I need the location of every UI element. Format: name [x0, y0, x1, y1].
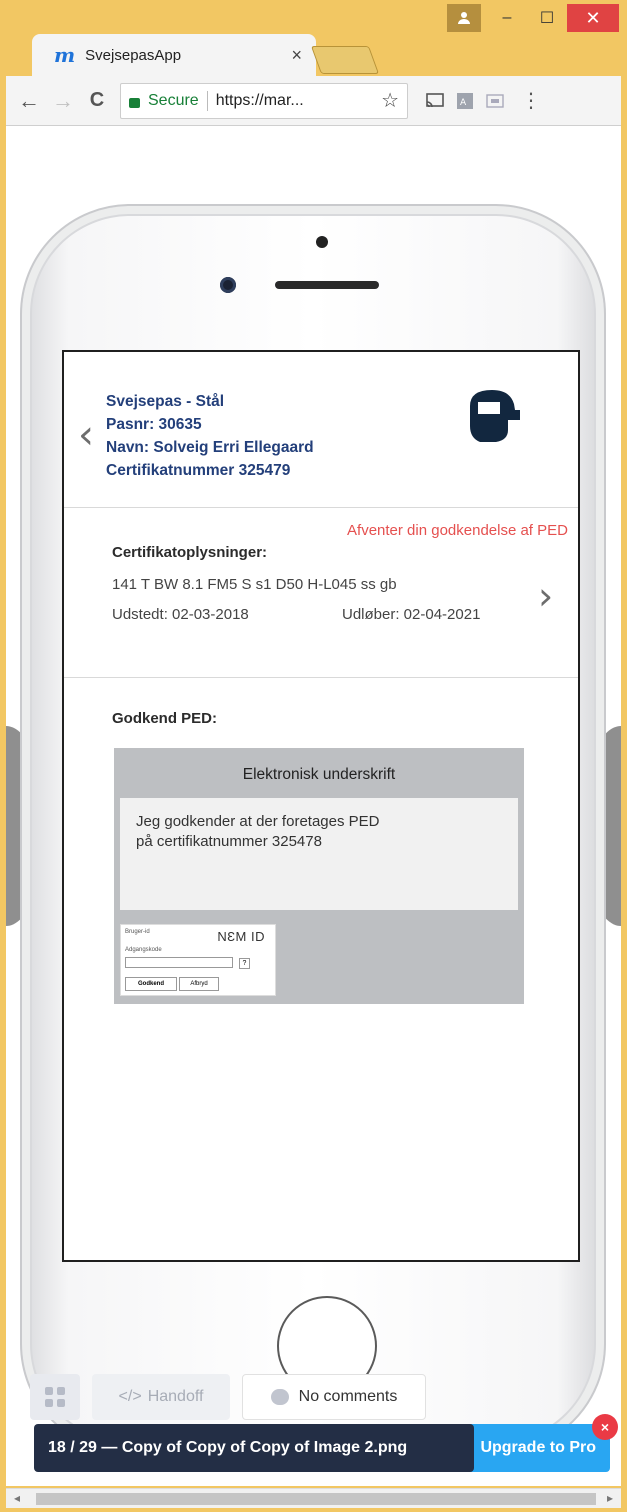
phone-sensor-dot — [316, 236, 328, 248]
upgrade-close-icon[interactable]: × — [592, 1414, 618, 1440]
issued-date: Udstedt: 02-03-2018 — [112, 606, 249, 623]
nemid-password-label: Adgangskode — [125, 947, 162, 953]
tab-strip: m SvejsepasApp × — [6, 34, 621, 76]
nemid-cancel-button[interactable]: Afbryd — [179, 977, 219, 991]
certificate-section[interactable]: Afventer din godkendelse af PED Certifik… — [64, 508, 578, 678]
page-viewport: ‹ Svejsepas - Stål Pasnr: 30635 Navn: So… — [6, 126, 621, 1486]
chevron-right-icon[interactable]: › — [538, 574, 553, 618]
back-chevron-icon[interactable]: ‹ — [78, 412, 94, 458]
viewer-toolbar: </> Handoff No comments — [30, 1374, 430, 1420]
url-text[interactable]: https://mar... — [216, 92, 381, 110]
tab-close-icon[interactable]: × — [291, 45, 302, 66]
address-separator — [206, 90, 208, 111]
secure-label: Secure — [148, 91, 199, 109]
cast-icon[interactable] — [420, 86, 450, 116]
consent-line-1: Jeg godkender at der foretages PED — [136, 813, 380, 830]
comments-button[interactable]: No comments — [242, 1374, 426, 1420]
screenshot-extension-icon[interactable] — [480, 86, 510, 116]
window-controls: – ☐ ✕ — [447, 4, 619, 32]
app-screen: ‹ Svejsepas - Stål Pasnr: 30635 Navn: So… — [62, 350, 580, 1262]
approval-status: Afventer din godkendelse af PED — [347, 522, 568, 539]
svg-text:A: A — [460, 98, 467, 108]
electronic-signature-panel: Elektronisk underskrift Jeg godkender at… — [114, 748, 524, 1004]
welder-info: Svejsepas - Stål Pasnr: 30635 Navn: Solv… — [106, 390, 314, 482]
minimize-button[interactable]: – — [487, 4, 527, 32]
grid-view-icon[interactable] — [30, 1374, 80, 1420]
phone-speaker-grille — [275, 281, 379, 289]
nemid-logo: NƐM ID — [217, 929, 265, 944]
certificate-info-title: Certifikatoplysninger: — [112, 544, 268, 561]
scroll-left-icon[interactable]: ◂ — [14, 1491, 20, 1505]
pdf-extension-icon[interactable]: A — [450, 86, 480, 116]
reload-icon[interactable]: C — [80, 84, 114, 118]
phone-camera — [220, 277, 236, 293]
marvel-favicon-icon: m — [54, 43, 76, 67]
approve-ped-title: Godkend PED: — [112, 710, 218, 727]
nemid-help-button[interactable]: ? — [239, 958, 250, 969]
certificate-number: Certifikatnummer 325479 — [106, 462, 291, 479]
maximize-button[interactable]: ☐ — [527, 4, 567, 32]
code-icon: </> — [118, 1388, 142, 1405]
browser-toolbar: ← → C Secure https://mar... ☆ A ⋮ — [6, 76, 621, 126]
address-bar[interactable]: Secure https://mar... ☆ — [120, 82, 408, 119]
lock-icon — [129, 97, 140, 108]
chrome-menu-icon[interactable]: ⋮ — [516, 86, 546, 116]
certificate-code: 141 T BW 8.1 FM5 S s1 D50 H-L045 ss gb — [112, 576, 397, 593]
app-header: ‹ Svejsepas - Stål Pasnr: 30635 Navn: So… — [64, 352, 578, 508]
consent-line-2: på certifikatnummer 325478 — [136, 833, 322, 850]
consent-text-box: Jeg godkender at der foretages PED på ce… — [120, 798, 518, 910]
scrollbar-thumb[interactable] — [36, 1493, 596, 1505]
screen-file-label: 18 / 29 — Copy of Copy of Copy of Image … — [34, 1424, 474, 1472]
expiry-date: Udløber: 02-04-2021 — [342, 606, 481, 623]
pass-number: Pasnr: 30635 — [106, 416, 202, 433]
nemid-password-input[interactable] — [125, 957, 233, 968]
tab-svejsepasapp[interactable]: m SvejsepasApp × — [32, 34, 316, 76]
comments-label: No comments — [298, 1388, 398, 1405]
new-tab-button[interactable] — [310, 46, 380, 74]
browser-window: – ☐ ✕ m SvejsepasApp × ← → C Secure http… — [0, 0, 627, 1512]
signature-title: Elektronisk underskrift — [242, 766, 396, 783]
window-close-button[interactable]: ✕ — [567, 4, 619, 32]
scroll-right-icon[interactable]: ▸ — [607, 1491, 613, 1505]
upgrade-button[interactable]: Upgrade to Pro — [450, 1424, 610, 1472]
tab-title: SvejsepasApp — [85, 46, 182, 64]
welding-helmet-icon — [470, 390, 520, 442]
forward-arrow-icon[interactable]: → — [46, 84, 80, 118]
welder-name: Navn: Solveig Erri Ellegaard — [106, 439, 314, 456]
nemid-approve-button[interactable]: Godkend — [125, 977, 177, 991]
handoff-label: Handoff — [147, 1388, 204, 1405]
pass-title: Svejsepas - Stål — [106, 393, 225, 410]
horizontal-scrollbar[interactable]: ◂ ▸ — [6, 1488, 621, 1508]
bookmark-star-icon[interactable]: ☆ — [381, 88, 399, 113]
back-arrow-icon[interactable]: ← — [12, 84, 46, 118]
handoff-button[interactable]: </> Handoff — [92, 1374, 230, 1420]
nemid-login-widget: Bruger-id NƐM ID Adgangskode ? Godkend A… — [120, 924, 276, 996]
profile-icon[interactable] — [447, 4, 481, 32]
nemid-user-label: Bruger-id — [125, 929, 150, 935]
comment-bubble-icon — [270, 1389, 289, 1405]
